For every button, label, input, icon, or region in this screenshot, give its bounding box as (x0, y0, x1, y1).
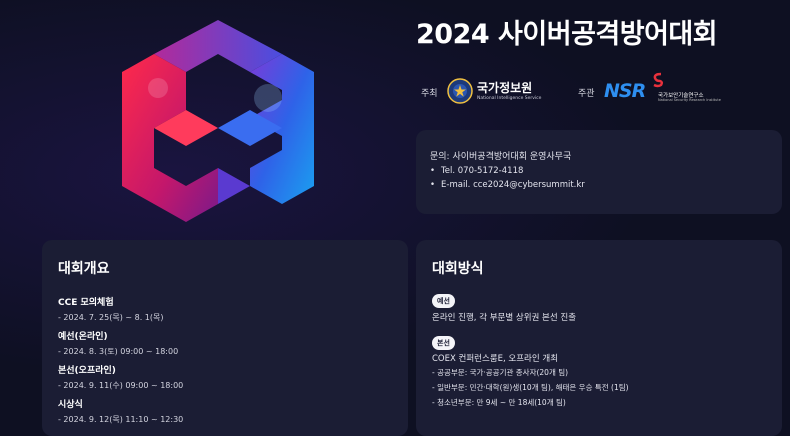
division-item: - 청소년부문: 만 9세 ~ 만 18세(10개 팀) (432, 398, 566, 407)
overview-item: 시상식 - 2024. 9. 12(목) 11:10 ~ 12:30 (58, 397, 183, 425)
host-english-name: National Intelligence Service (477, 96, 542, 101)
overview-item: CCE 모의체험 - 2024. 7. 25(목) ~ 8. 1(목) (58, 295, 164, 323)
nsr-mark-icon (652, 72, 664, 92)
contact-card: 문의: 사이버공격방어대회 운영사무국 Tel. 070-5172-4118 E… (416, 130, 782, 214)
overview-item-detail: - 2024. 7. 25(목) ~ 8. 1(목) (58, 313, 164, 322)
overview-item-heading: 본선(오프라인) (58, 366, 116, 376)
division-item: - 일반부문: 민간·대학(원)생(10개 팀), 해태은 우승 특전 (1팀) (432, 383, 629, 392)
prelim-text: 온라인 진행, 각 부문별 상위권 본선 진출 (432, 313, 577, 323)
method-card: 대회방식 예선 온라인 진행, 각 부문별 상위권 본선 진출 본선 COEX … (416, 240, 782, 436)
method-title: 대회방식 (432, 261, 484, 277)
overview-item-heading: CCE 모의체험 (58, 298, 114, 308)
division-list: - 공공부문: 국가·공공기관 종사자(20개 팀) - 일반부문: 민간·대학… (432, 367, 629, 412)
overview-card: 대회개요 CCE 모의체험 - 2024. 7. 25(목) ~ 8. 1(목)… (42, 240, 408, 436)
overview-item: 예선(온라인) - 2024. 8. 3(토) 09:00 ~ 18:00 (58, 329, 178, 357)
host-label: 주최 (421, 89, 438, 99)
overview-item-detail: - 2024. 9. 12(목) 11:10 ~ 12:30 (58, 415, 184, 424)
final-badge: 본선 (432, 336, 455, 350)
contact-email[interactable]: E-mail. cce2024@cybersummit.kr (430, 180, 585, 190)
overview-item-heading: 시상식 (58, 400, 83, 410)
prelim-badge: 예선 (432, 294, 455, 308)
division-item: - 공공부문: 국가·공공기관 종사자(20개 팀) (432, 368, 569, 377)
overview-item-detail: - 2024. 8. 3(토) 09:00 ~ 18:00 (58, 347, 179, 356)
organizer-english-name: National Security Research Institute (658, 98, 721, 102)
page-title: 2024 사이버공격방어대회 (416, 19, 718, 50)
contact-tel: Tel. 070-5172-4118 (430, 166, 585, 176)
cce-logo (118, 18, 318, 228)
nsr-logo: NSR (604, 80, 646, 102)
organizer-label: 주관 (578, 89, 595, 99)
final-text: COEX 컨퍼런스룸E, 오프라인 개최 (432, 354, 559, 364)
contact-list: Tel. 070-5172-4118 E-mail. cce2024@cyber… (430, 166, 585, 194)
overview-item: 본선(오프라인) - 2024. 9. 11(수) 09:00 ~ 18:00 (58, 363, 183, 391)
contact-title: 문의: 사이버공격방어대회 운영사무국 (430, 152, 572, 162)
nis-emblem-icon (447, 78, 473, 104)
overview-item-heading: 예선(온라인) (58, 332, 108, 342)
overview-title: 대회개요 (58, 261, 110, 277)
host-name: 국가정보원 (477, 81, 533, 95)
overview-item-detail: - 2024. 9. 11(수) 09:00 ~ 18:00 (58, 381, 184, 390)
